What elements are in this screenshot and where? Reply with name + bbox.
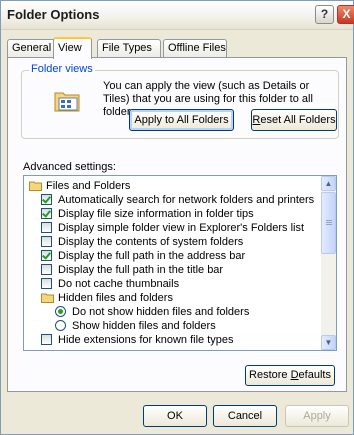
list-item-label: Hidden files and folders xyxy=(58,292,173,304)
grip-line xyxy=(326,220,332,221)
checkbox[interactable] xyxy=(41,222,52,233)
list-item-label: Do not show hidden files and folders xyxy=(72,306,250,318)
list-item-label: Display the contents of system folders xyxy=(58,236,244,248)
folder-icon xyxy=(41,293,54,303)
advanced-settings-label: Advanced settings: xyxy=(23,161,116,173)
vertical-scrollbar[interactable]: ▲ ▼ xyxy=(321,176,336,350)
apply-to-all-folders-label: Apply to All Folders xyxy=(134,114,229,126)
folder-options-window: Folder Options ? X General View File Typ… xyxy=(0,0,354,435)
tab-label: View xyxy=(58,42,82,54)
apply-button[interactable]: Apply xyxy=(285,405,349,427)
list-item-label: Show hidden files and folders xyxy=(72,320,216,332)
restore-label-prefix: Restore xyxy=(249,369,291,381)
tab-file-types[interactable]: File Types xyxy=(97,39,161,57)
checkbox[interactable] xyxy=(41,250,52,261)
tab-offline-files[interactable]: Offline Files xyxy=(163,39,227,57)
radio-button[interactable] xyxy=(55,306,66,317)
cancel-button[interactable]: Cancel xyxy=(213,405,277,427)
radio-button[interactable] xyxy=(55,320,66,331)
ok-label: OK xyxy=(167,410,183,422)
apply-to-all-folders-button[interactable]: Apply to All Folders xyxy=(129,109,234,131)
restore-label-mnemonic: D xyxy=(290,369,299,381)
advanced-settings-list[interactable]: Files and Folders Automatically search f… xyxy=(23,175,337,351)
list-item-label: Do not cache thumbnails xyxy=(58,278,180,290)
cancel-label: Cancel xyxy=(227,410,263,422)
list-item-label: Display simple folder view in Explorer's… xyxy=(58,222,305,234)
apply-label: Apply xyxy=(303,410,331,422)
list-item-label: Display the full path in the address bar xyxy=(58,250,246,262)
checkbox[interactable] xyxy=(41,334,52,345)
reset-label-rest: eset All Folders xyxy=(260,114,336,126)
restore-defaults-button[interactable]: Restore Defaults xyxy=(245,365,335,386)
window-title: Folder Options xyxy=(7,7,100,22)
grip-line xyxy=(326,222,332,223)
folder-views-icon xyxy=(54,92,80,112)
list-item-label: Files and Folders xyxy=(46,180,131,192)
reset-all-folders-button[interactable]: Reset All Folders xyxy=(251,109,337,131)
folder-views-label: Folder views xyxy=(29,63,95,75)
checkbox[interactable] xyxy=(41,278,52,289)
list-item-label: Hide extensions for known file types xyxy=(58,334,234,346)
folder-icon xyxy=(29,181,42,191)
list-item-label: Automatically search for network folders… xyxy=(58,194,315,206)
title-bar[interactable]: Folder Options ? X xyxy=(1,1,354,30)
close-button[interactable]: X xyxy=(337,5,354,24)
scroll-down-icon[interactable]: ▼ xyxy=(321,335,336,350)
tab-label: General xyxy=(12,42,52,54)
help-button[interactable]: ? xyxy=(315,5,334,24)
tab-label: Offline Files xyxy=(168,42,226,54)
tab-general[interactable]: General xyxy=(7,39,55,57)
ok-button[interactable]: OK xyxy=(143,405,207,427)
tab-view[interactable]: View xyxy=(53,37,92,59)
scroll-thumb[interactable] xyxy=(321,192,336,254)
checkbox[interactable] xyxy=(41,194,52,205)
scroll-up-icon[interactable]: ▲ xyxy=(321,176,336,191)
grip-line xyxy=(326,224,332,225)
checkbox[interactable] xyxy=(41,264,52,275)
checkbox[interactable] xyxy=(41,208,52,219)
checkbox[interactable] xyxy=(41,236,52,247)
tab-label: File Types xyxy=(102,42,152,54)
restore-label-rest: efaults xyxy=(298,369,331,381)
list-item-label: Display the full path in the title bar xyxy=(58,264,224,276)
list-item-label: Display file size information in folder … xyxy=(58,208,254,220)
